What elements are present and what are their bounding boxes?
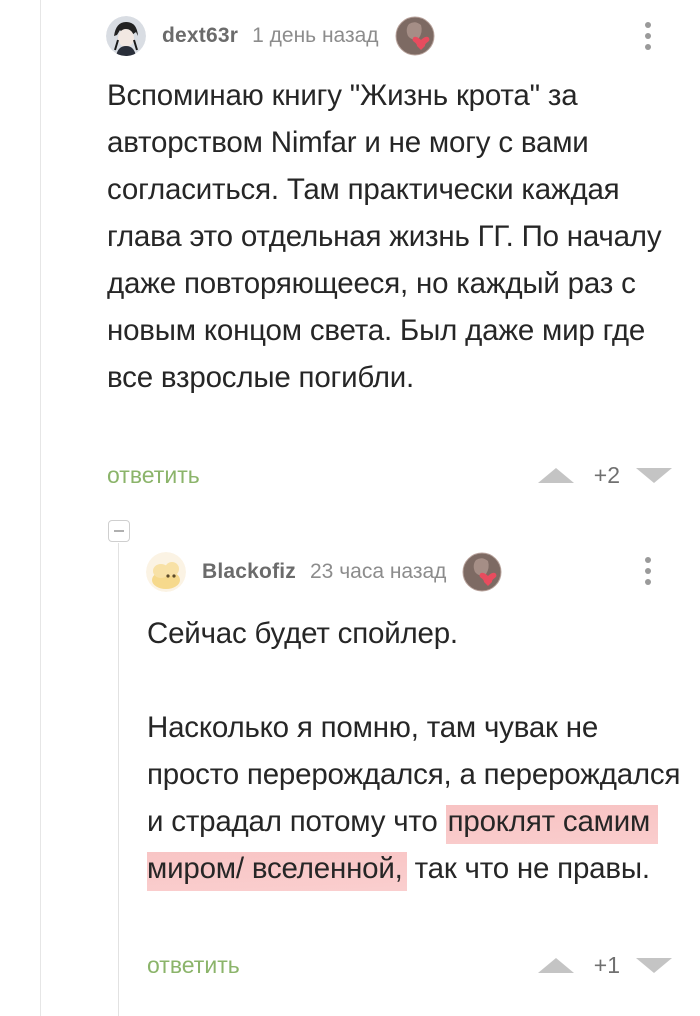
downvote-icon[interactable] — [636, 468, 672, 483]
collapse-thread-icon[interactable] — [108, 520, 130, 542]
author-name[interactable]: dext63r — [162, 24, 238, 48]
comment-actions: ответить +1 — [147, 952, 672, 979]
comment-actions: ответить +2 — [107, 462, 672, 489]
comment-score: +2 — [593, 462, 620, 488]
avatar[interactable] — [106, 16, 146, 56]
comment-time: 1 день назад — [252, 24, 379, 47]
more-options-icon[interactable] — [645, 557, 653, 585]
award-heart-icon[interactable] — [395, 16, 435, 56]
comment-header: dext63r 1 день назад — [106, 14, 435, 58]
vote-controls: +2 — [537, 462, 672, 489]
upvote-icon[interactable] — [537, 958, 574, 973]
vote-controls: +1 — [537, 952, 672, 979]
comment-header: Blackofiz 23 часа назад — [146, 552, 502, 592]
branch-line — [118, 543, 119, 1016]
upvote-icon[interactable] — [537, 468, 574, 483]
downvote-icon[interactable] — [636, 958, 672, 973]
comment-time: 23 часа назад — [310, 560, 447, 583]
avatar[interactable] — [146, 552, 186, 592]
author-name[interactable]: Blackofiz — [202, 560, 296, 584]
award-heart-icon[interactable] — [462, 552, 502, 592]
comment-text: Сейчас будет спойлер. Насколько я помню,… — [147, 610, 687, 892]
comment-text: Вспоминаю книгу "Жизнь крота" за авторст… — [107, 79, 670, 394]
more-options-icon[interactable] — [645, 22, 653, 50]
comment-text-part: так что не правы. — [406, 852, 650, 885]
reply-button[interactable]: ответить — [147, 952, 240, 979]
thread-line — [40, 0, 41, 1016]
reply-button[interactable]: ответить — [107, 462, 200, 489]
comment-score: +1 — [593, 952, 620, 978]
